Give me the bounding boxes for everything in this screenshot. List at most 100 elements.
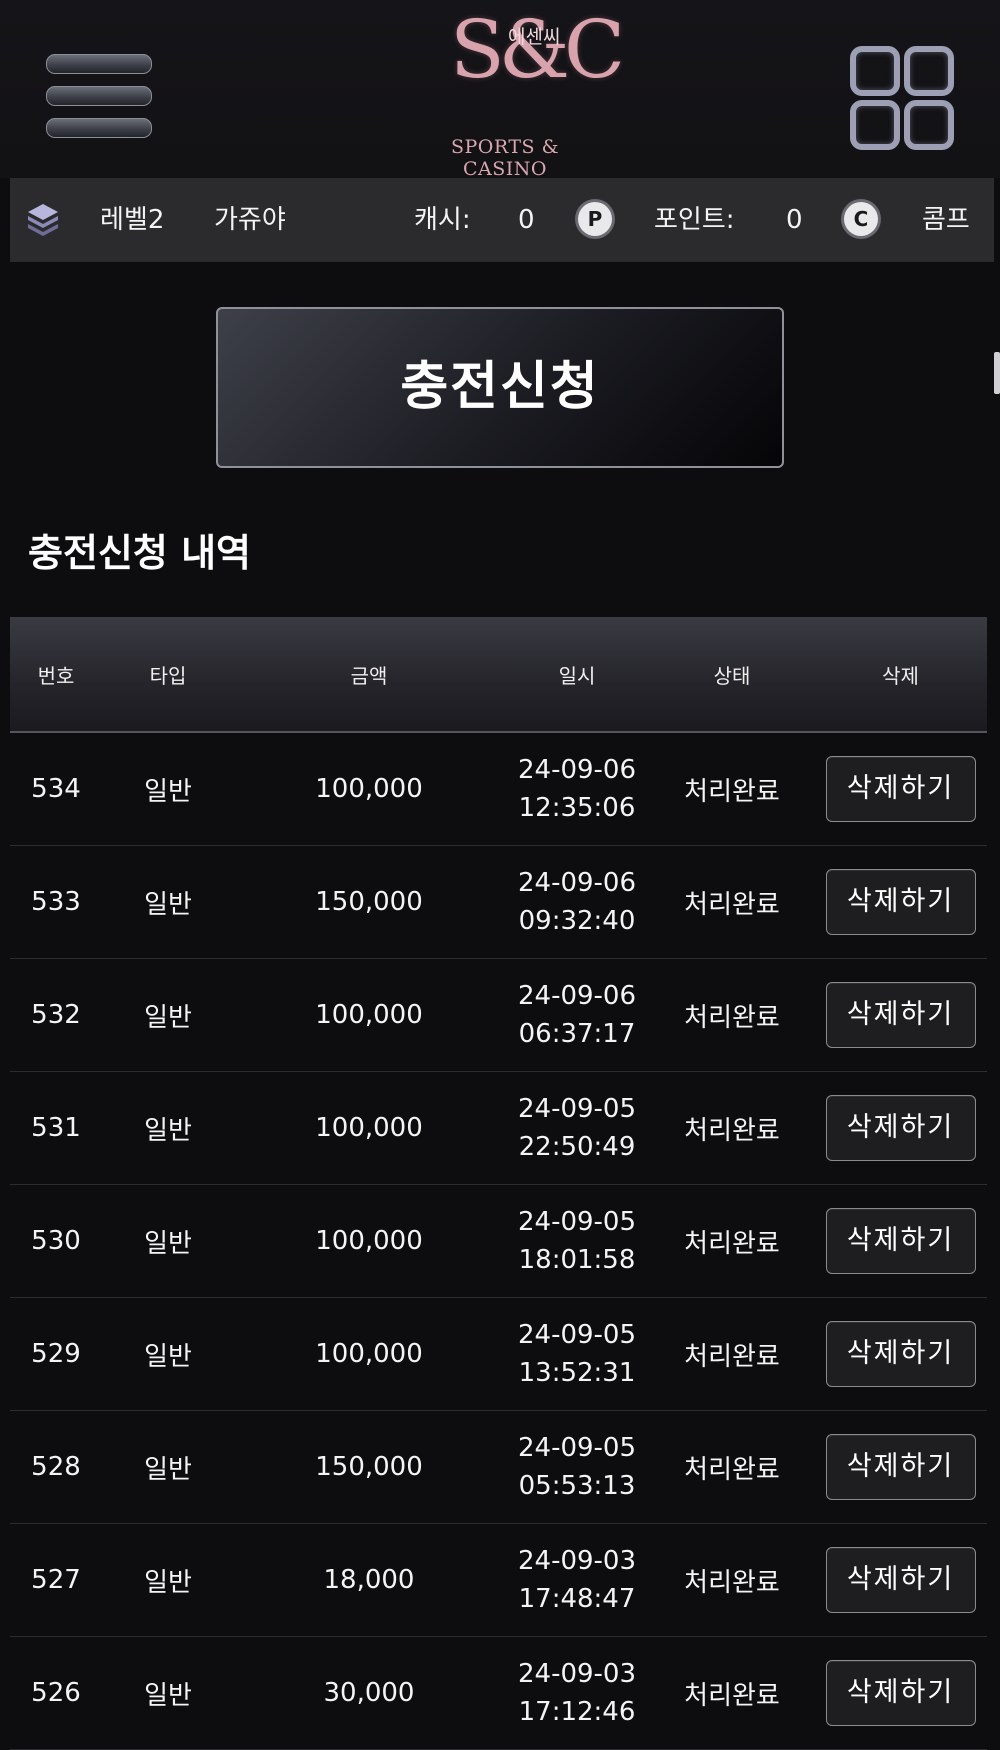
delete-button[interactable]: 삭제하기 [825, 1095, 976, 1161]
row-number: 526 [10, 1636, 102, 1750]
delete-button[interactable]: 삭제하기 [825, 1434, 976, 1500]
table-row: 527 일반 18,000 24-09-03 17:48:47 처리완료 삭제하기 [10, 1523, 987, 1637]
row-datetime: 24-09-05 22:50:49 [504, 1071, 650, 1185]
user-level: 레벨2 [100, 205, 165, 235]
row-amount: 30,000 [234, 1636, 504, 1750]
level-stack-icon [28, 204, 58, 236]
row-status: 처리완료 [650, 1523, 814, 1637]
row-number: 528 [10, 1410, 102, 1524]
charge-history-table: 번호 타입 금액 일시 상태 삭제 534 일반 100,000 24-09-0… [10, 617, 987, 1750]
row-number: 527 [10, 1523, 102, 1637]
row-time: 18:01:58 [518, 1245, 636, 1275]
column-header-datetime: 일시 [504, 617, 650, 733]
logo-korean-name: 에센씨 [508, 26, 561, 48]
point-icon: P [578, 202, 612, 236]
delete-button[interactable]: 삭제하기 [825, 1547, 976, 1613]
row-action-cell: 삭제하기 [814, 1184, 987, 1298]
row-date: 24-09-05 [517, 1433, 636, 1463]
column-header-status: 상태 [650, 617, 814, 733]
row-time: 17:48:47 [518, 1584, 636, 1614]
delete-button[interactable]: 삭제하기 [825, 869, 976, 935]
table-row: 531 일반 100,000 24-09-05 22:50:49 처리완료 삭제하… [10, 1071, 987, 1185]
row-type: 일반 [102, 1410, 234, 1524]
delete-button[interactable]: 삭제하기 [825, 1321, 976, 1387]
row-time: 09:32:40 [518, 906, 636, 936]
top-header: S&C 에센씨 SPORTS & CASINO [0, 0, 1000, 181]
row-time: 06:37:17 [518, 1019, 636, 1049]
row-datetime: 24-09-05 13:52:31 [504, 1297, 650, 1411]
row-status: 처리완료 [650, 1410, 814, 1524]
point-value: 0 [786, 205, 803, 235]
row-type: 일반 [102, 732, 234, 846]
charge-request-button[interactable]: 충전신청 [216, 307, 784, 468]
row-status: 처리완료 [650, 1636, 814, 1750]
column-header-amount: 금액 [234, 617, 504, 733]
table-header-row: 번호 타입 금액 일시 상태 삭제 [10, 617, 987, 733]
row-status: 처리완료 [650, 845, 814, 959]
table-row: 528 일반 150,000 24-09-05 05:53:13 처리완료 삭제하… [10, 1410, 987, 1524]
row-datetime: 24-09-03 17:12:46 [504, 1636, 650, 1750]
row-amount: 100,000 [234, 1297, 504, 1411]
comp-icon: C [844, 202, 878, 236]
column-header-type: 타입 [102, 617, 234, 733]
delete-button[interactable]: 삭제하기 [825, 756, 976, 822]
hamburger-menu-icon[interactable] [46, 54, 152, 142]
column-header-number: 번호 [10, 617, 102, 733]
row-datetime: 24-09-06 06:37:17 [504, 958, 650, 1072]
comp-label[interactable]: 콤프 [922, 178, 970, 262]
row-date: 24-09-03 [517, 1659, 636, 1689]
row-amount: 150,000 [234, 845, 504, 959]
grid-apps-icon[interactable] [850, 46, 954, 150]
row-type: 일반 [102, 1184, 234, 1298]
row-action-cell: 삭제하기 [814, 732, 987, 846]
delete-button[interactable]: 삭제하기 [825, 982, 976, 1048]
table-row: 530 일반 100,000 24-09-05 18:01:58 처리완료 삭제하… [10, 1184, 987, 1298]
row-date: 24-09-05 [517, 1094, 636, 1124]
row-amount: 100,000 [234, 1071, 504, 1185]
section-title: 충전신청 내역 [28, 531, 251, 575]
row-amount: 100,000 [234, 1184, 504, 1298]
row-date: 24-09-06 [517, 868, 636, 898]
grid-cell [904, 100, 954, 150]
row-action-cell: 삭제하기 [814, 1410, 987, 1524]
row-status: 처리완료 [650, 1071, 814, 1185]
username[interactable]: 가쥬야 [214, 178, 286, 262]
grid-cell [850, 46, 900, 96]
table-row: 533 일반 150,000 24-09-06 09:32:40 처리완료 삭제하… [10, 845, 987, 959]
row-type: 일반 [102, 958, 234, 1072]
row-number: 532 [10, 958, 102, 1072]
row-type: 일반 [102, 1297, 234, 1411]
row-amount: 100,000 [234, 732, 504, 846]
row-date: 24-09-03 [517, 1546, 636, 1576]
delete-button[interactable]: 삭제하기 [825, 1208, 976, 1274]
table-row: 532 일반 100,000 24-09-06 06:37:17 처리완료 삭제하… [10, 958, 987, 1072]
menu-bar [46, 86, 152, 106]
row-time: 05:53:13 [518, 1471, 636, 1501]
row-time: 13:52:31 [518, 1358, 636, 1388]
menu-bar [46, 118, 152, 138]
row-status: 처리완료 [650, 732, 814, 846]
delete-button[interactable]: 삭제하기 [825, 1660, 976, 1726]
cash-label: 캐시: [414, 205, 471, 235]
row-type: 일반 [102, 1071, 234, 1185]
row-datetime: 24-09-03 17:48:47 [504, 1523, 650, 1637]
row-status: 처리완료 [650, 1184, 814, 1298]
row-number: 533 [10, 845, 102, 959]
row-number: 529 [10, 1297, 102, 1411]
row-amount: 100,000 [234, 958, 504, 1072]
row-number: 530 [10, 1184, 102, 1298]
row-action-cell: 삭제하기 [814, 1523, 987, 1637]
row-time: 12:35:06 [518, 793, 636, 823]
row-action-cell: 삭제하기 [814, 958, 987, 1072]
site-logo[interactable]: S&C 에센씨 SPORTS & CASINO [400, 0, 625, 181]
row-number: 534 [10, 732, 102, 846]
row-date: 24-09-06 [517, 755, 636, 785]
row-date: 24-09-05 [517, 1207, 636, 1237]
point-label: 포인트: [654, 205, 735, 235]
row-status: 처리완료 [650, 958, 814, 1072]
table-row: 529 일반 100,000 24-09-05 13:52:31 처리완료 삭제하… [10, 1297, 987, 1411]
scrollbar-thumb[interactable] [994, 352, 1000, 394]
grid-cell [904, 46, 954, 96]
logo-subtitle: SPORTS & CASINO [451, 136, 559, 180]
table-row: 526 일반 30,000 24-09-03 17:12:46 처리완료 삭제하기 [10, 1636, 987, 1750]
